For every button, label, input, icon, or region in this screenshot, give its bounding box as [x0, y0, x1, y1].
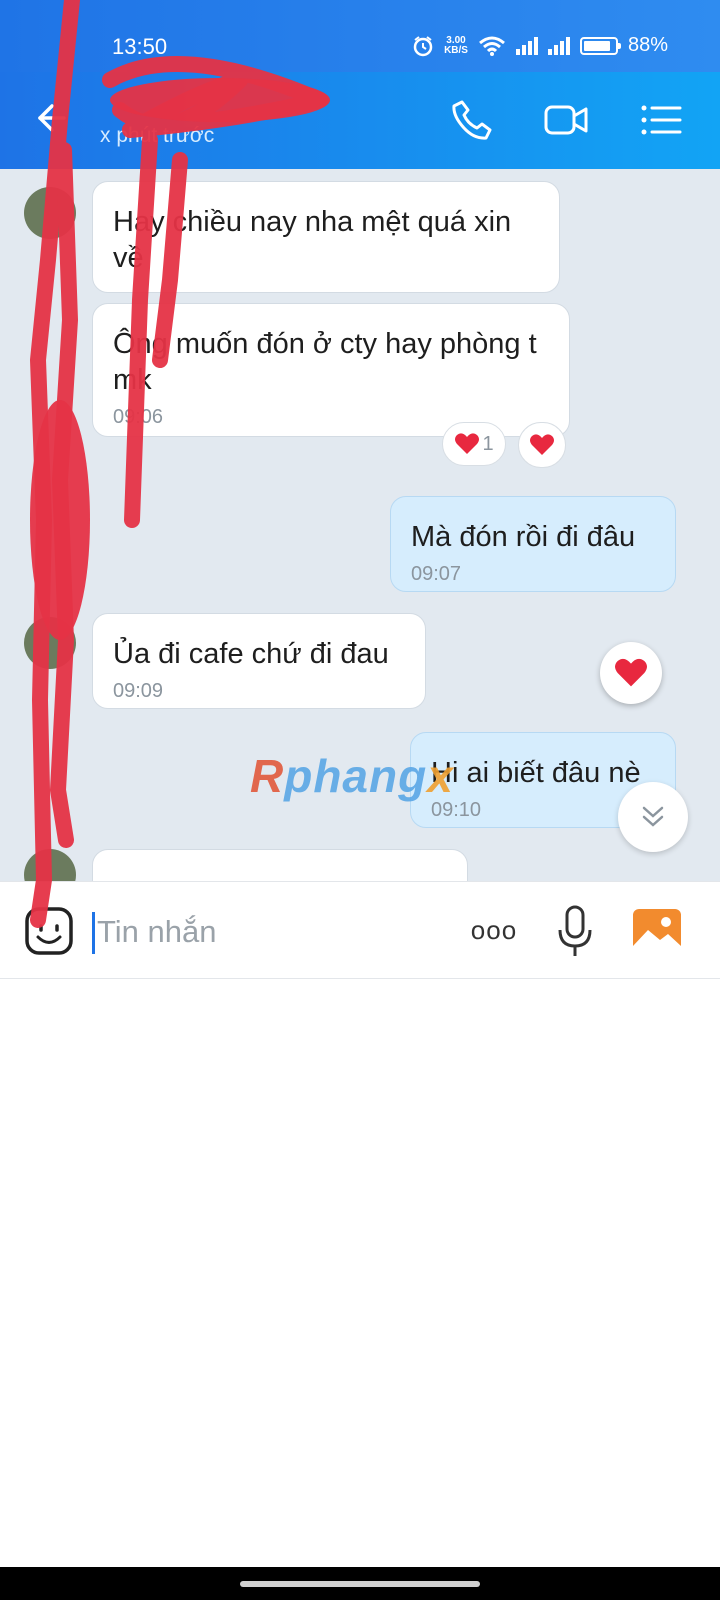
battery-icon — [579, 36, 621, 55]
alarm-icon — [413, 35, 433, 56]
status-icons: 3.00 KB/S 88% — [412, 34, 668, 57]
reaction-summary[interactable]: 1 — [442, 422, 506, 466]
scroll-down-button[interactable] — [618, 782, 688, 852]
message-time: 09:07 — [411, 563, 462, 585]
gallery-icon[interactable] — [632, 908, 682, 954]
back-arrow-icon[interactable] — [28, 98, 68, 138]
message-text: Ủa đi cafe chứ đi đau — [113, 638, 389, 670]
message-bubble-received[interactable]: Hay chiều nay nha mệt quá xin về — [92, 181, 560, 293]
watermark-logo: Rphangx — [250, 750, 454, 802]
system-nav-bar — [0, 1567, 720, 1600]
reaction-count: 1 — [482, 432, 494, 455]
wifi-icon — [479, 36, 505, 56]
network-speed-value: 3.00 — [446, 34, 466, 46]
message-bubble-sent[interactable]: Mà đón rồi đi đâu 09:07 — [390, 496, 676, 592]
heart-icon — [530, 434, 554, 455]
message-bubble-received[interactable]: Ủa đi cafe chứ đi đau 09:09 — [92, 613, 426, 709]
signal-icon — [547, 36, 570, 55]
message-bubble-received[interactable]: Ông muốn đón ở cty hay phòng t mk 09:06 — [92, 303, 570, 437]
react-button[interactable] — [518, 422, 566, 468]
last-seen-status: x phút trước — [100, 124, 215, 147]
signal-icon — [515, 36, 538, 55]
heart-icon — [455, 433, 480, 454]
message-text: Ông muốn đón ở cty hay phòng t mk — [113, 328, 537, 396]
video-call-icon[interactable] — [542, 96, 590, 144]
battery-percent: 88% — [627, 34, 668, 56]
message-input[interactable]: Tin nhắn — [97, 914, 217, 950]
double-chevron-down-icon — [642, 806, 664, 827]
avatar[interactable] — [24, 617, 76, 669]
status-time: 13:50 — [112, 34, 168, 59]
message-time: 09:09 — [113, 680, 164, 702]
text-cursor — [92, 912, 95, 954]
avatar[interactable] — [24, 849, 76, 881]
sticker-icon[interactable] — [24, 906, 74, 956]
message-composer: Tin nhắn ooo — [0, 881, 720, 979]
phone-icon[interactable] — [448, 96, 496, 144]
message-list[interactable]: Hay chiều nay nha mệt quá xin về Ông muố… — [0, 169, 720, 881]
network-speed-unit: KB/S — [444, 44, 468, 56]
message-text: Hi ai biết đâu nè — [431, 757, 641, 789]
message-text: Hay chiều nay nha mệt quá xin về — [113, 206, 512, 274]
heart-icon — [615, 658, 647, 687]
react-button[interactable] — [600, 642, 662, 704]
network-speed: 3.00 KB/S — [444, 34, 468, 56]
menu-list-icon[interactable] — [638, 96, 686, 144]
more-icon[interactable]: ooo — [466, 912, 522, 948]
message-text: Mà đón rồi đi đâu — [411, 521, 636, 553]
microphone-icon[interactable] — [556, 904, 594, 958]
message-bubble-received[interactable] — [92, 849, 468, 881]
status-bar: 13:50 3.00 KB/S 88% — [0, 0, 720, 72]
home-indicator[interactable] — [240, 1581, 480, 1587]
avatar[interactable] — [24, 187, 76, 239]
chat-header: x phút trước — [0, 72, 720, 169]
